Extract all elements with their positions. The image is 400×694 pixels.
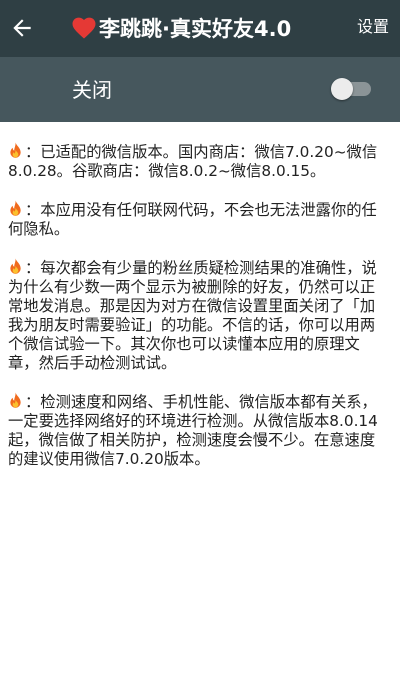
info-paragraph-supported-versions: ：已适配的微信版本。国内商店：微信7.0.20~微信8.0.28。谷歌商店：微信…: [8, 142, 388, 181]
paragraph-text: ：本应用没有任何联网代码，不会也无法泄露你的任何隐私。: [8, 201, 377, 238]
paragraph-text: ：已适配的微信版本。国内商店：微信7.0.20~微信8.0.28。谷歌商店：微信…: [8, 143, 378, 180]
fire-icon: [10, 258, 21, 274]
fire-icon: [10, 142, 21, 158]
paragraph-text: ：检测速度和网络、手机性能、微信版本都有关系，一定要选择网络好的环境进行检测。从…: [8, 393, 378, 468]
info-paragraph-speed: ：检测速度和网络、手机性能、微信版本都有关系，一定要选择网络好的环境进行检测。从…: [8, 392, 388, 469]
master-switch-bar[interactable]: 关闭: [0, 57, 400, 122]
fire-icon: [10, 392, 21, 408]
fire-icon: [10, 200, 21, 216]
info-paragraph-privacy: ：本应用没有任何联网代码，不会也无法泄露你的任何隐私。: [8, 200, 388, 239]
settings-button[interactable]: 设置: [357, 15, 389, 39]
back-arrow-icon[interactable]: [9, 15, 35, 41]
info-paragraph-accuracy: ：每次都会有少量的粉丝质疑检测结果的准确性，说为什么有少数一两个显示为被删除的好…: [8, 258, 388, 373]
info-content: ：已适配的微信版本。国内商店：微信7.0.20~微信8.0.28。谷歌商店：微信…: [8, 142, 388, 488]
heart-icon: [72, 17, 96, 39]
toggle-thumb: [331, 78, 353, 100]
master-toggle-switch[interactable]: [331, 78, 373, 100]
paragraph-text: ：每次都会有少量的粉丝质疑检测结果的准确性，说为什么有少数一两个显示为被删除的好…: [8, 259, 377, 372]
app-title: 李跳跳·真实好友4.0: [72, 11, 291, 45]
switch-label: 关闭: [72, 78, 112, 102]
app-title-text: 李跳跳·真实好友4.0: [99, 17, 292, 41]
app-bar: 李跳跳·真实好友4.0 设置: [0, 0, 400, 57]
